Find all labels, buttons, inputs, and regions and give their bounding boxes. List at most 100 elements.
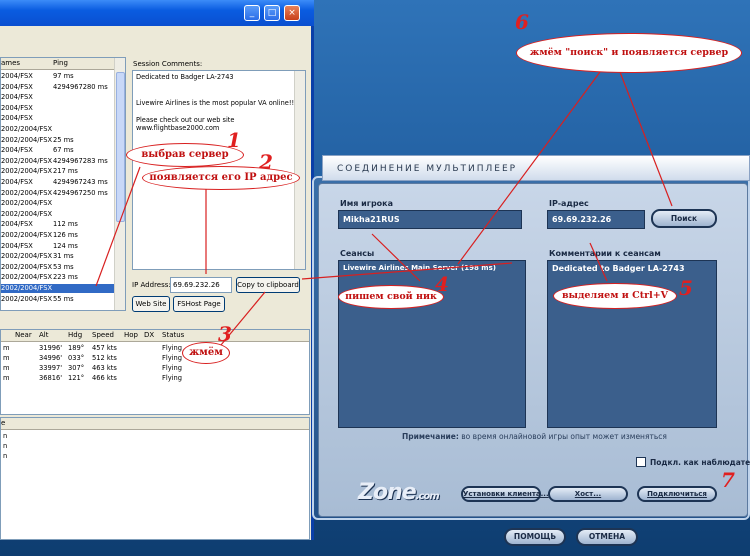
session-ping: 4294967283 ms — [53, 156, 108, 165]
session-row[interactable]: 2002/2004/FSX 126 ms — [1, 231, 114, 240]
search-button[interactable]: Поиск — [651, 209, 717, 228]
player-hdg: 307° — [68, 364, 85, 372]
session-row[interactable]: 2002/2004/FSX 217 ms — [1, 167, 114, 176]
session-ping: 223 ms — [53, 273, 78, 282]
session-row[interactable]: 2004/FSX 67 ms — [1, 146, 114, 155]
session-row[interactable]: 2002/2004/FSX 31 ms — [1, 252, 114, 261]
column-ping[interactable]: Ping — [53, 58, 68, 69]
comment-text: Dedicated to Badger LA-2743 Livewire Airl… — [136, 73, 297, 133]
ip-address-label: IP Address: — [132, 281, 171, 289]
help-button[interactable]: ПОМОЩЬ — [504, 528, 566, 546]
session-item[interactable]: Livewire Airlines Main Server (198 ms) — [343, 264, 521, 272]
chat-row: n — [3, 432, 8, 440]
column-status[interactable]: Status — [162, 330, 184, 341]
session-game: 2004/FSX — [1, 93, 33, 102]
player-name-field[interactable]: Mikha21RUS — [338, 210, 522, 229]
annotation-2: появляется его IP адрес — [142, 166, 300, 190]
connect-button[interactable]: Подключиться — [637, 486, 717, 502]
comments-scrollbar[interactable] — [294, 71, 305, 269]
minimize-button[interactable]: _ — [244, 5, 260, 21]
scrollbar-thumb[interactable] — [116, 72, 125, 222]
session-row[interactable]: 2002/2004/FSX 53 ms — [1, 263, 114, 272]
multiplayer-dialog-title: СОЕДИНЕНИЕ МУЛЬТИПЛЕЕР — [322, 155, 750, 181]
sessions-box[interactable]: Livewire Airlines Main Server (198 ms) — [338, 260, 526, 428]
player-name-label: Имя игрока — [340, 199, 393, 208]
player-row[interactable]: m 36816' 121° 466 kts Flying — [1, 374, 301, 383]
player-speed: 457 kts — [92, 344, 117, 352]
session-row[interactable]: 2004/FSX 4294967280 ms — [1, 83, 114, 92]
comment-line: Please check out our web site — [136, 115, 235, 124]
comment-line — [136, 82, 297, 91]
player-near: m — [3, 364, 10, 372]
session-ping: 53 ms — [53, 262, 74, 271]
chat-list[interactable]: e nnn — [0, 417, 310, 540]
column-near[interactable]: Near — [15, 330, 32, 341]
player-status: Flying — [162, 354, 183, 362]
session-ping: 124 ms — [53, 241, 78, 250]
session-game: 2002/2004/FSX — [1, 231, 53, 239]
ip-address-field[interactable]: 69.69.232.26 — [170, 277, 232, 293]
session-row[interactable]: 2002/2004/FSX 25 ms — [1, 136, 114, 145]
session-ping: 25 ms — [53, 135, 74, 144]
maximize-button[interactable]: □ — [264, 5, 280, 21]
note-body: во время онлайновой игры опыт может изме… — [461, 432, 667, 441]
column-speed[interactable]: Speed — [92, 330, 114, 341]
session-row[interactable]: 2002/2004/FSX 223 ms — [1, 273, 114, 282]
session-row[interactable]: 2004/FSX 4294967243 ms — [1, 178, 114, 187]
session-ping: 112 ms — [53, 220, 78, 229]
step-number-7: 7 — [721, 468, 735, 492]
session-row[interactable]: 2002/2004/FSX — [1, 125, 114, 134]
session-row[interactable]: 2002/2004/FSX 4294967250 ms — [1, 189, 114, 198]
session-row[interactable]: 2004/FSX — [1, 114, 114, 123]
cancel-button[interactable]: ОТМЕНА — [576, 528, 638, 546]
session-row[interactable]: 2002/2004/FSX — [1, 210, 114, 219]
sessions-list[interactable]: ames Ping 2004/FSX 97 ms 2004/FSX 429496728… — [0, 57, 126, 311]
session-game: 2004/FSX — [1, 146, 33, 155]
session-row[interactable]: 2002/2004/FSX 4294967283 ms — [1, 157, 114, 166]
session-row[interactable]: 2004/FSX 112 ms — [1, 220, 114, 229]
ip-address-field-ru[interactable]: 69.69.232.26 — [547, 210, 645, 229]
session-row[interactable]: 2004/FSX — [1, 93, 114, 102]
player-row[interactable]: m 34996' 033° 512 kts Flying — [1, 354, 301, 363]
session-row[interactable]: 2002/2004/FSX — [1, 284, 114, 293]
web-site-button[interactable]: Web Site — [132, 296, 170, 312]
note-text: Примечание: во время онлайновой игры опы… — [402, 432, 682, 442]
column-dx[interactable]: DX — [144, 330, 154, 341]
zone-logo-text: Zone — [358, 480, 417, 505]
window-titlebar[interactable]: _ □ × — [0, 0, 314, 26]
player-row[interactable]: m 31996' 189° 457 kts Flying — [1, 344, 301, 353]
host-button[interactable]: Хост... — [548, 486, 628, 502]
player-alt: 33997' — [39, 364, 63, 372]
player-row[interactable]: m 33997' 307° 463 kts Flying — [1, 364, 301, 373]
sessions-label: Сеансы — [340, 249, 375, 258]
player-alt: 31996' — [39, 344, 63, 352]
session-row[interactable]: 2004/FSX — [1, 104, 114, 113]
column-alt[interactable]: Alt — [39, 330, 48, 341]
column-hdg[interactable]: Hdg — [68, 330, 82, 341]
session-game: 2002/2004/FSX — [1, 135, 53, 144]
observer-checkbox[interactable] — [636, 457, 646, 467]
client-settings-button[interactable]: Установки клиента... — [461, 486, 549, 502]
sessions-list-header: ames Ping — [1, 58, 115, 70]
session-ping: 217 ms — [53, 167, 78, 176]
session-comments-label: Session Comments: — [133, 60, 203, 68]
column-name[interactable]: e — [1, 418, 5, 429]
session-row[interactable]: 2004/FSX 124 ms — [1, 242, 114, 251]
session-ping: 55 ms — [53, 294, 74, 303]
column-hop[interactable]: Hop — [124, 330, 138, 341]
sessions-scrollbar[interactable] — [114, 58, 125, 310]
session-row[interactable]: 2002/2004/FSX 55 ms — [1, 295, 114, 304]
column-games[interactable]: ames — [1, 58, 20, 69]
copy-to-clipboard-button[interactable]: Copy to clipboard — [236, 277, 300, 293]
session-game: 2002/2004/FSX — [1, 125, 53, 133]
session-game: 2004/FSX — [1, 103, 33, 112]
fshost-page-button[interactable]: FSHost Page — [173, 296, 225, 312]
ip-address-label-ru: IP-адрес — [549, 199, 589, 208]
players-list[interactable]: Near Alt Hdg Speed Hop DX Status m 31996'… — [0, 329, 310, 415]
player-status: Flying — [162, 344, 183, 352]
close-button[interactable]: × — [284, 5, 300, 21]
step-number-3: 3 — [218, 322, 232, 346]
session-row[interactable]: 2002/2004/FSX — [1, 199, 114, 208]
session-comment-text: Dedicated to Badger LA-2743 — [552, 264, 685, 273]
session-row[interactable]: 2004/FSX 97 ms — [1, 72, 114, 81]
